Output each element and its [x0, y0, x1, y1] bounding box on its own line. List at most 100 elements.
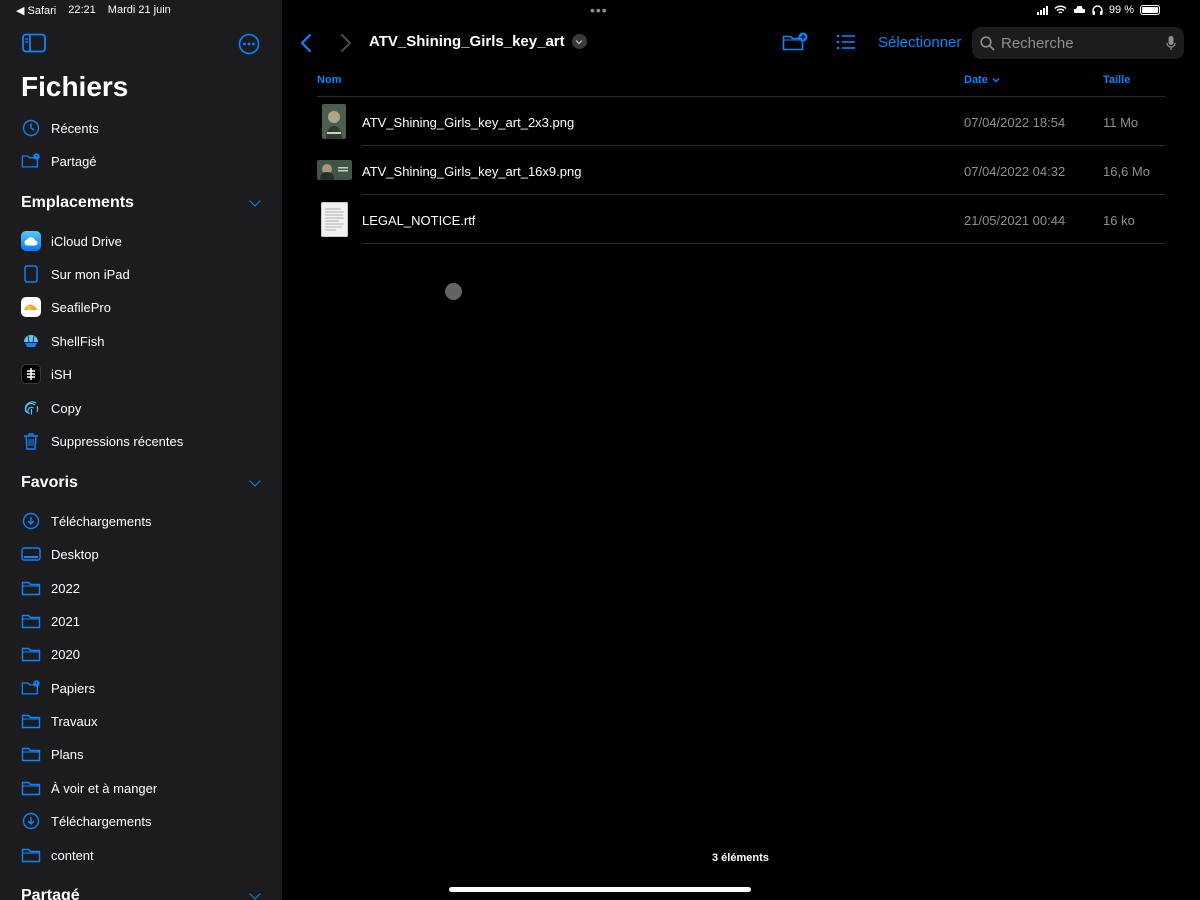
file-browser: ATV_Shining_Girls_key_art Sélectionner N… [282, 0, 1200, 900]
sidebar-item-folder-2022[interactable]: 2022 [21, 576, 80, 600]
forward-chevron-icon[interactable] [340, 33, 352, 58]
sidebar-item-shellfish[interactable]: ShellFish [21, 329, 104, 353]
car-icon [1073, 6, 1085, 13]
column-header-date[interactable]: Date [964, 74, 1000, 86]
seafile-icon [21, 297, 41, 317]
folder-icon [21, 778, 41, 798]
file-row[interactable]: ATV_Shining_Girls_key_art_16x9.png 07/04… [317, 146, 1165, 195]
back-chevron-icon[interactable] [300, 33, 312, 58]
sidebar-item-seafilepro[interactable]: SeafilePro [21, 295, 111, 319]
image-thumbnail-icon [322, 104, 346, 144]
file-row[interactable]: ATV_Shining_Girls_key_art_2x3.png 07/04/… [317, 97, 1165, 146]
sidebar-item-a-voir-et-a-manger[interactable]: À voir et à manger [21, 776, 157, 800]
chevron-down-icon[interactable] [571, 34, 587, 49]
section-header-shared[interactable]: Partagé [21, 887, 265, 900]
column-header-name[interactable]: Nom [317, 74, 341, 86]
sidebar-item-label: Partagé [51, 153, 97, 169]
status-time: 22:21 [68, 4, 96, 16]
sidebar-item-label: Papiers [51, 680, 96, 696]
sidebar-item-label: Suppressions récentes [51, 433, 184, 449]
new-folder-icon[interactable] [782, 32, 808, 57]
sidebar-item-papiers[interactable]: Papiers [21, 676, 95, 700]
status-date: Mardi 21 juin [107, 4, 171, 16]
back-to-app-link[interactable]: ◀ Safari [16, 4, 56, 17]
clock-icon [21, 118, 41, 138]
status-bar-right: 99 % [1036, 4, 1160, 16]
shared-folder-icon [21, 151, 41, 171]
folder-icon [21, 744, 41, 764]
file-row[interactable]: LEGAL_NOTICE.rtf 21/05/2021 00:44 16 ko [317, 195, 1165, 244]
status-bar-left: ◀ Safari 22:21 Mardi 21 juin [16, 4, 171, 17]
image-thumbnail-icon [317, 160, 352, 185]
file-date: 21/05/2021 00:44 [964, 213, 1066, 228]
sidebar-item-downloads-2[interactable]: Téléchargements [21, 809, 151, 833]
search-field[interactable] [972, 27, 1184, 59]
sidebar-toggle-icon[interactable] [22, 33, 46, 58]
file-size: 11 Mo [1103, 115, 1139, 130]
cellular-signal-icon [1036, 5, 1048, 15]
sidebar-item-recently-deleted[interactable]: Suppressions récentes [21, 429, 183, 453]
sidebar-item-label: 2022 [51, 580, 80, 596]
folder-title[interactable]: ATV_Shining_Girls_key_art [369, 33, 587, 50]
search-input[interactable] [1001, 34, 1151, 52]
chevron-down-icon[interactable] [249, 888, 261, 900]
battery-percentage: 99 % [1108, 4, 1134, 16]
sidebar-item-shared[interactable]: Partagé [21, 149, 97, 173]
sidebar-item-ish[interactable]: iSH [21, 362, 72, 386]
section-header-locations[interactable]: Emplacements [21, 194, 265, 212]
sidebar-item-label: À voir et à manger [51, 780, 158, 796]
sidebar-item-plans[interactable]: Plans [21, 742, 84, 766]
section-header-favorites[interactable]: Favoris [21, 474, 265, 492]
wifi-icon [1054, 5, 1067, 14]
sidebar-item-label: ShellFish [51, 333, 105, 349]
sidebar-item-on-my-ipad[interactable]: Sur mon iPad [21, 262, 130, 286]
download-circle-icon [21, 511, 41, 531]
sidebar-item-label: 2021 [51, 613, 80, 629]
folder-icon [21, 845, 41, 865]
chevron-down-icon[interactable] [249, 195, 261, 207]
folder-icon [21, 578, 41, 598]
sidebar-item-label: Copy [51, 400, 82, 416]
ipad-icon [21, 264, 41, 284]
sidebar-item-downloads[interactable]: Téléchargements [21, 509, 151, 533]
shared-folder-icon [21, 678, 41, 698]
chevron-down-icon[interactable] [249, 475, 261, 487]
sidebar-item-folder-2020[interactable]: 2020 [21, 642, 80, 666]
section-title: Favoris [21, 474, 78, 491]
file-name: LEGAL_NOTICE.rtf [362, 213, 476, 228]
sidebar-item-content[interactable]: content [21, 843, 94, 867]
multitasking-dots[interactable]: ••• [590, 2, 608, 18]
sidebar-item-label: SeafilePro [51, 299, 111, 315]
sidebar-item-icloud-drive[interactable]: iCloud Drive [21, 229, 122, 253]
file-name: ATV_Shining_Girls_key_art_16x9.png [362, 164, 582, 179]
sidebar-item-label: content [51, 847, 94, 863]
microphone-icon[interactable] [1166, 35, 1176, 51]
sidebar-item-travaux[interactable]: Travaux [21, 709, 97, 733]
fingerprint-icon [21, 398, 41, 418]
sidebar-item-label: Plans [51, 746, 84, 762]
download-circle-icon [21, 811, 41, 831]
sidebar-item-label: iCloud Drive [51, 233, 122, 249]
home-indicator[interactable] [449, 887, 751, 892]
headphones-icon [1092, 5, 1103, 15]
column-header-date-label: Date [964, 74, 988, 86]
column-header-size[interactable]: Taille [1103, 74, 1130, 86]
sort-chevron-down-icon [992, 77, 1000, 83]
more-options-icon[interactable] [238, 33, 260, 60]
section-title: Partagé [21, 887, 80, 900]
file-size: 16,6 Mo [1103, 164, 1150, 179]
sidebar-item-recents[interactable]: Récents [21, 116, 99, 140]
row-divider [362, 243, 1165, 244]
document-icon [321, 202, 348, 242]
file-size: 16 ko [1103, 213, 1135, 228]
shellfish-icon [21, 331, 41, 351]
item-count: 3 éléments [712, 852, 769, 864]
sidebar-item-copy[interactable]: Copy [21, 396, 81, 420]
select-button[interactable]: Sélectionner [878, 34, 961, 51]
sidebar-item-folder-2021[interactable]: 2021 [21, 609, 80, 633]
list-view-icon[interactable] [836, 34, 856, 55]
sidebar-item-desktop[interactable]: Desktop [21, 542, 99, 566]
file-date: 07/04/2022 18:54 [964, 115, 1066, 130]
sidebar-title: Fichiers [21, 71, 129, 102]
folder-icon [21, 611, 41, 631]
